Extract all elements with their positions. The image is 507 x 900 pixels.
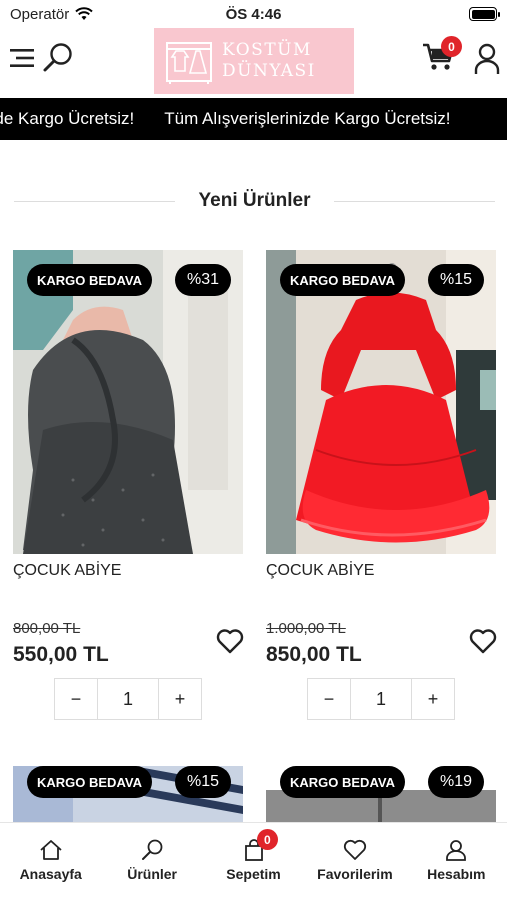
- product-price: 550,00 TL: [13, 643, 109, 666]
- product-card[interactable]: KARGO BEDAVA %31 ÇOCUK ABİYE 800,00 TL 5…: [13, 250, 244, 720]
- heart-icon[interactable]: [469, 628, 497, 654]
- product-card[interactable]: KARGO BEDAVA %19: [266, 766, 496, 822]
- tab-label: Sepetim: [226, 866, 281, 882]
- section-header: Yeni Ürünler: [14, 188, 496, 214]
- increase-button[interactable]: +: [412, 679, 454, 719]
- user-icon[interactable]: [474, 43, 500, 75]
- quantity-stepper: − 1 +: [54, 678, 202, 720]
- wifi-icon: [75, 7, 93, 20]
- marquee-text: Tüm Alışverişlerinizde Kargo Ücretsiz!: [164, 109, 451, 128]
- product-name[interactable]: ÇOCUK ABİYE: [13, 562, 121, 580]
- increase-button[interactable]: +: [159, 679, 201, 719]
- brand-logo[interactable]: KOSTÜM DÜNYASI: [154, 28, 354, 94]
- discount-badge: %31: [174, 264, 231, 296]
- app-header: KOSTÜM DÜNYASI 0: [0, 28, 507, 96]
- quantity-value[interactable]: 1: [350, 679, 412, 719]
- tab-favorites[interactable]: Favorilerim: [304, 823, 405, 900]
- tab-cart[interactable]: Sepetim 0: [203, 823, 304, 900]
- status-bar: Operatör ÖS 4:46: [0, 0, 507, 28]
- carrier-label: Operatör: [10, 5, 70, 23]
- heart-icon: [343, 839, 367, 860]
- menu-icon[interactable]: [10, 46, 34, 70]
- wardrobe-logo-icon: [166, 42, 212, 84]
- search-icon[interactable]: [42, 42, 74, 74]
- heart-icon[interactable]: [216, 628, 244, 654]
- product-image[interactable]: KARGO BEDAVA %31: [13, 250, 243, 554]
- brand-line-2: DÜNYASI: [222, 61, 316, 81]
- user-icon: [446, 840, 467, 861]
- tab-account[interactable]: Hesabım: [406, 823, 507, 900]
- free-shipping-badge: KARGO BEDAVA: [27, 766, 152, 798]
- product-price: 850,00 TL: [266, 643, 362, 666]
- bottom-tab-bar: Anasayfa Ürünler Sepetim 0 Favorilerim H…: [0, 822, 507, 900]
- tab-label: Ürünler: [127, 866, 177, 882]
- tab-home[interactable]: Anasayfa: [0, 823, 101, 900]
- discount-badge: %15: [427, 264, 484, 296]
- status-left: Operatör: [10, 6, 93, 23]
- section-title: Yeni Ürünler: [198, 190, 311, 211]
- product-image[interactable]: KARGO BEDAVA %15: [13, 766, 243, 822]
- brand-line-1: KOSTÜM: [222, 40, 312, 60]
- free-shipping-badge: KARGO BEDAVA: [280, 766, 405, 798]
- home-icon: [40, 840, 62, 860]
- tab-label: Anasayfa: [19, 866, 82, 882]
- divider: [14, 200, 175, 202]
- old-price: 800,00 TL: [13, 620, 81, 637]
- free-shipping-badge: KARGO BEDAVA: [280, 264, 405, 296]
- quantity-stepper: − 1 +: [307, 678, 455, 720]
- quantity-value[interactable]: 1: [97, 679, 159, 719]
- old-price: 1.000,00 TL: [266, 620, 346, 637]
- discount-badge: %19: [427, 766, 484, 798]
- product-image[interactable]: KARGO BEDAVA %15: [266, 250, 496, 554]
- product-card[interactable]: KARGO BEDAVA %15 ÇOCUK ABİYE 1.000,00 TL…: [266, 250, 497, 720]
- product-name[interactable]: ÇOCUK ABİYE: [266, 562, 374, 580]
- shipping-marquee: Tüm Alışverişlerinizde Kargo Ücretsiz! T…: [0, 98, 507, 140]
- cart-count-badge: 0: [256, 829, 278, 850]
- product-image[interactable]: KARGO BEDAVA %19: [266, 766, 496, 822]
- marquee-text: Tüm Alışverişlerinizde Kargo Ücretsiz!: [0, 109, 135, 128]
- product-card[interactable]: KARGO BEDAVA %15: [13, 766, 243, 822]
- brand-name: KOSTÜM DÜNYASI: [222, 40, 316, 82]
- tab-label: Hesabım: [427, 866, 486, 882]
- discount-badge: %15: [174, 766, 231, 798]
- tab-products[interactable]: Ürünler: [101, 823, 202, 900]
- battery-icon: [469, 7, 500, 21]
- free-shipping-badge: KARGO BEDAVA: [27, 264, 152, 296]
- search-icon: [142, 839, 163, 860]
- cart-count-badge: 0: [441, 36, 462, 57]
- decrease-button[interactable]: −: [55, 679, 97, 719]
- decrease-button[interactable]: −: [308, 679, 350, 719]
- divider: [334, 200, 496, 202]
- tab-label: Favorilerim: [317, 866, 393, 882]
